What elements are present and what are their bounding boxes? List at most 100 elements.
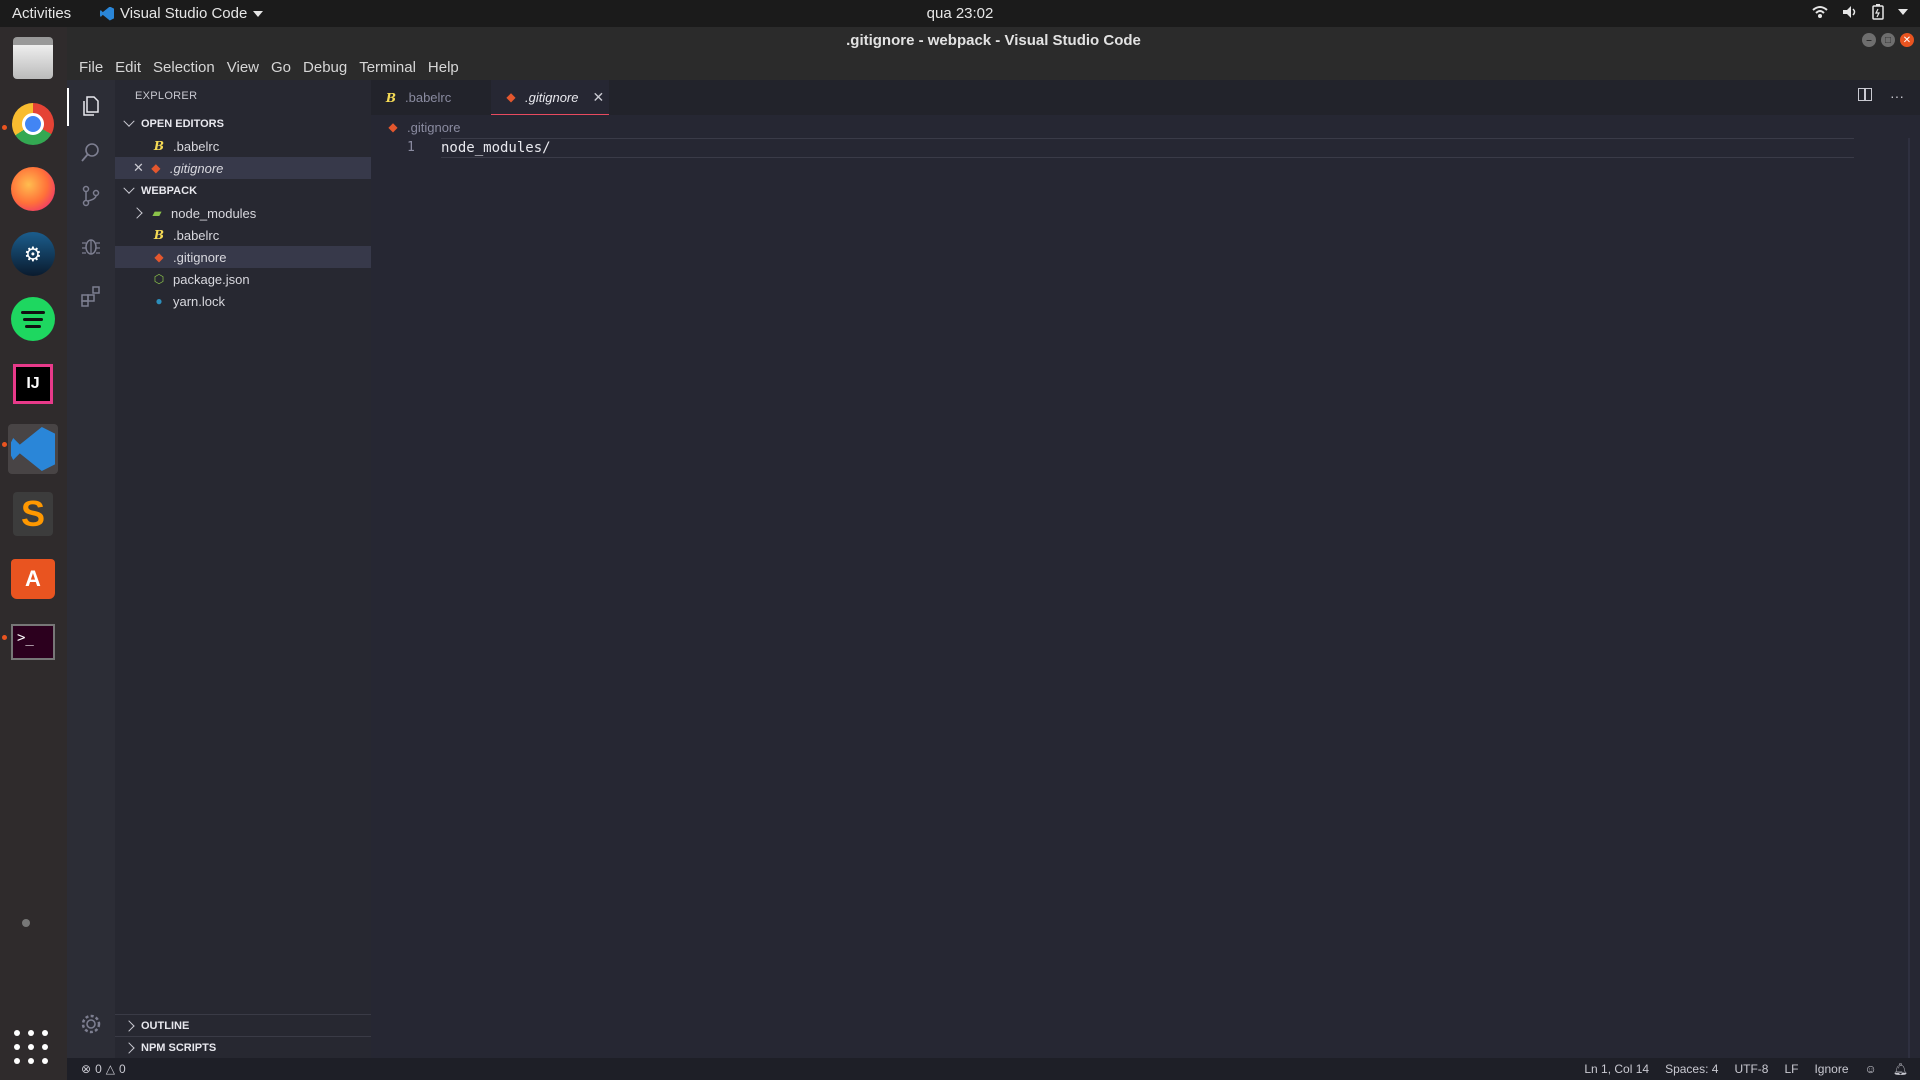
activities-button[interactable]: Activities [12,5,71,22]
file-item[interactable]: ⬡ package.json [115,268,371,290]
menu-help[interactable]: Help [422,59,465,76]
yarn-file-icon: ● [155,294,163,308]
debug-icon[interactable] [77,232,105,260]
line-ending[interactable]: LF [1784,1062,1798,1076]
chevron-right-icon [123,1041,135,1054]
folder-item[interactable]: ▰ node_modules [115,202,371,224]
code-editor[interactable]: 1 node_modules/ [371,138,1920,1058]
file-item[interactable]: ◆ .gitignore [115,246,371,268]
encoding[interactable]: UTF-8 [1734,1062,1768,1076]
chrome-icon [12,103,54,145]
more-actions-icon[interactable]: ··· [1890,88,1904,104]
launcher-dock: ⚙ IJ S A >_ [0,27,67,1080]
menu-go[interactable]: Go [265,59,297,76]
chevron-down-icon [253,10,264,17]
project-folder-header[interactable]: WEBPACK [115,180,371,202]
spotify-icon [11,297,55,341]
chevron-right-icon [131,207,143,219]
error-count: 0 [95,1062,102,1076]
babel-file-icon: B [385,90,397,105]
minimize-button[interactable]: – [1862,33,1876,47]
explorer-icon[interactable] [77,92,105,120]
menu-debug[interactable]: Debug [297,59,353,76]
menu-selection[interactable]: Selection [147,59,221,76]
menu-file[interactable]: File [73,59,109,76]
battery-icon [1872,4,1884,20]
open-editor-item[interactable]: ✕ ◆ .gitignore [115,157,371,179]
dock-chrome[interactable] [8,99,58,149]
json-file-icon: ⬡ [153,272,165,286]
search-icon[interactable] [77,138,105,166]
clock[interactable]: qua 23:02 [927,5,994,22]
breadcrumb[interactable]: ◆ .gitignore [385,116,460,138]
dock-intellij[interactable]: IJ [8,359,58,409]
split-editor-icon[interactable] [1858,88,1872,101]
close-window-button[interactable]: ✕ [1900,33,1914,47]
close-tab-icon[interactable]: ✕ [592,89,604,106]
language-mode[interactable]: Ignore [1814,1062,1848,1076]
warning-count: 0 [118,1062,126,1076]
babel-file-icon: B [153,228,165,242]
show-applications-button[interactable] [14,1030,50,1066]
indentation[interactable]: Spaces: 4 [1665,1062,1718,1076]
npm-scripts-header[interactable]: NPM SCRIPTS [115,1036,371,1058]
dock-steam[interactable]: ⚙ [8,229,58,279]
git-file-icon: ◆ [151,161,161,175]
app-menu-label: Visual Studio Code [120,5,248,22]
code-line[interactable]: node_modules/ [441,140,551,156]
dock-files[interactable] [8,33,58,83]
git-file-icon: ◆ [154,250,164,264]
section-label: OUTLINE [141,1019,190,1032]
steam-icon: ⚙ [11,232,55,276]
sidebar-title: EXPLORER [135,90,198,102]
tab-gitignore[interactable]: ◆ .gitignore ✕ [491,80,609,115]
menu-view[interactable]: View [221,59,265,76]
app-menu[interactable]: Visual Studio Code [100,5,264,22]
vertical-scrollbar[interactable] [1908,138,1910,1058]
dock-firefox[interactable] [8,164,58,214]
dock-vscode[interactable] [8,424,58,474]
file-label: .gitignore [173,249,227,265]
error-icon: ⊗ [81,1062,92,1076]
menu-bar: File Edit Selection View Go Debug Termin… [67,54,1920,80]
dock-sublime[interactable]: S [8,489,58,539]
tab-label: .gitignore [525,89,579,105]
menu-edit[interactable]: Edit [109,59,147,76]
tab-babelrc[interactable]: B .babelrc [371,80,491,115]
close-icon[interactable]: ✕ [133,160,144,176]
outline-header[interactable]: OUTLINE [115,1014,371,1036]
section-label: OPEN EDITORS [141,118,224,130]
system-top-bar: Activities Visual Studio Code qua 23:02 [0,0,1920,27]
file-manager-icon [13,37,53,79]
chevron-down-icon [123,182,135,194]
dock-spotify[interactable] [8,294,58,344]
dock-software-center[interactable]: A [8,554,58,604]
file-item[interactable]: B .babelrc [115,224,371,246]
wifi-icon [1812,6,1828,18]
gear-icon[interactable] [77,1010,105,1038]
section-label: WEBPACK [141,185,198,197]
open-editors-header[interactable]: OPEN EDITORS [115,113,371,135]
feedback-smiley-icon[interactable]: ☺ [1865,1062,1877,1076]
file-label: node_modules [171,205,257,221]
trash-indicator [22,919,30,927]
window-titlebar[interactable]: .gitignore - webpack - Visual Studio Cod… [67,27,1920,54]
dock-terminal[interactable]: >_ [8,617,58,667]
section-label: NPM SCRIPTS [141,1041,217,1054]
source-control-icon[interactable] [77,182,105,210]
system-tray[interactable] [1812,4,1908,20]
open-editor-item[interactable]: B .babelrc [115,135,371,157]
maximize-button[interactable]: □ [1881,33,1895,47]
current-line-highlight [441,138,1854,158]
problems-indicator[interactable]: ⊗ 0 △ 0 [81,1062,126,1076]
folder-icon: ▰ [152,206,162,220]
active-indicator [67,88,69,126]
warning-icon: △ [105,1062,115,1076]
file-item[interactable]: ● yarn.lock [115,290,371,312]
notifications-bell-icon[interactable]: 🔔︎ [1893,1062,1908,1076]
menu-terminal[interactable]: Terminal [353,59,422,76]
software-center-icon: A [11,559,55,599]
cursor-position[interactable]: Ln 1, Col 14 [1584,1062,1649,1076]
status-bar: ⊗ 0 △ 0 Ln 1, Col 14 Spaces: 4 UTF-8 LF … [67,1058,1920,1080]
extensions-icon[interactable] [77,282,105,310]
